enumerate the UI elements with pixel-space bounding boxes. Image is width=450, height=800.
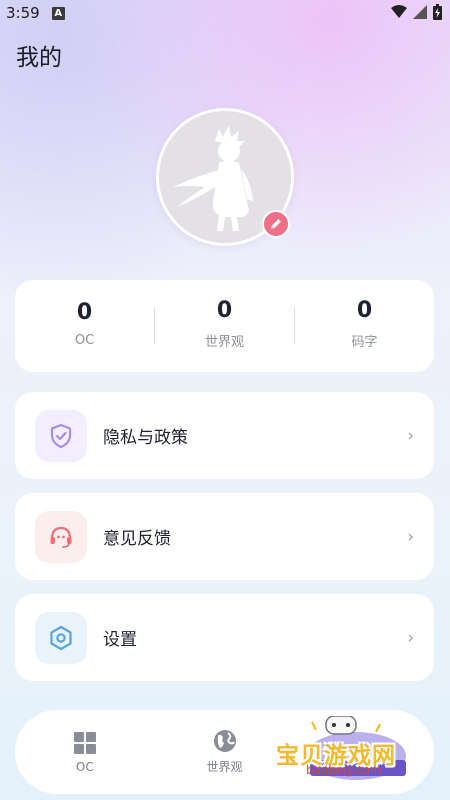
edit-avatar-button[interactable]: [262, 210, 290, 238]
stat-label: 码字: [351, 335, 378, 350]
nav-tab-oc[interactable]: OC: [15, 731, 155, 774]
chevron-right-icon: ›: [407, 526, 414, 547]
stat-value: 0: [356, 298, 373, 323]
pencil-icon: [271, 219, 281, 229]
status-icons: [391, 4, 442, 20]
stat-worldview[interactable]: 0 世界观: [155, 280, 294, 372]
stat-value: 0: [216, 298, 233, 323]
nav-label: OC: [75, 759, 94, 774]
stats-card: 0 OC 0 世界观 0 码字: [15, 280, 434, 372]
menu-item-feedback[interactable]: 意见反馈 ›: [15, 493, 434, 580]
page-title: 我的: [16, 45, 62, 71]
menu-item-settings[interactable]: 设置 ›: [15, 594, 434, 681]
shield-check-icon: [50, 423, 72, 448]
watermark: 宝贝游戏网 baobeiy.com: [272, 716, 422, 786]
stat-label: 世界观: [204, 335, 244, 350]
grid-icon: [73, 731, 96, 754]
stat-oc[interactable]: 0 OC: [15, 280, 154, 372]
signal-icon: [413, 5, 427, 19]
privacy-icon-box: [35, 409, 87, 462]
battery-icon: [433, 4, 442, 20]
menu-label: 隐私与政策: [103, 428, 188, 448]
wifi-icon: [391, 5, 407, 18]
status-time: 3:59: [6, 4, 40, 22]
feedback-icon-box: [35, 510, 87, 563]
headset-icon: [50, 526, 72, 548]
stat-label: OC: [74, 333, 95, 348]
nav-label: 世界观: [206, 760, 243, 774]
avatar-section: [156, 108, 294, 246]
chevron-right-icon: ›: [407, 425, 414, 446]
status-bar: 3:59 A: [0, 0, 450, 26]
settings-icon-box: [35, 611, 87, 664]
watermark-url: baobeiy.com: [306, 763, 382, 777]
notification-a-icon: A: [51, 6, 65, 20]
menu-item-privacy[interactable]: 隐私与政策 ›: [15, 392, 434, 479]
menu-label: 设置: [103, 630, 137, 650]
settings-hexagon-icon: [50, 625, 72, 650]
menu-label: 意见反馈: [103, 529, 171, 549]
stat-writing[interactable]: 0 码字: [295, 280, 434, 372]
chevron-right-icon: ›: [407, 627, 414, 648]
stat-value: 0: [76, 300, 93, 325]
globe-icon: [213, 730, 236, 752]
